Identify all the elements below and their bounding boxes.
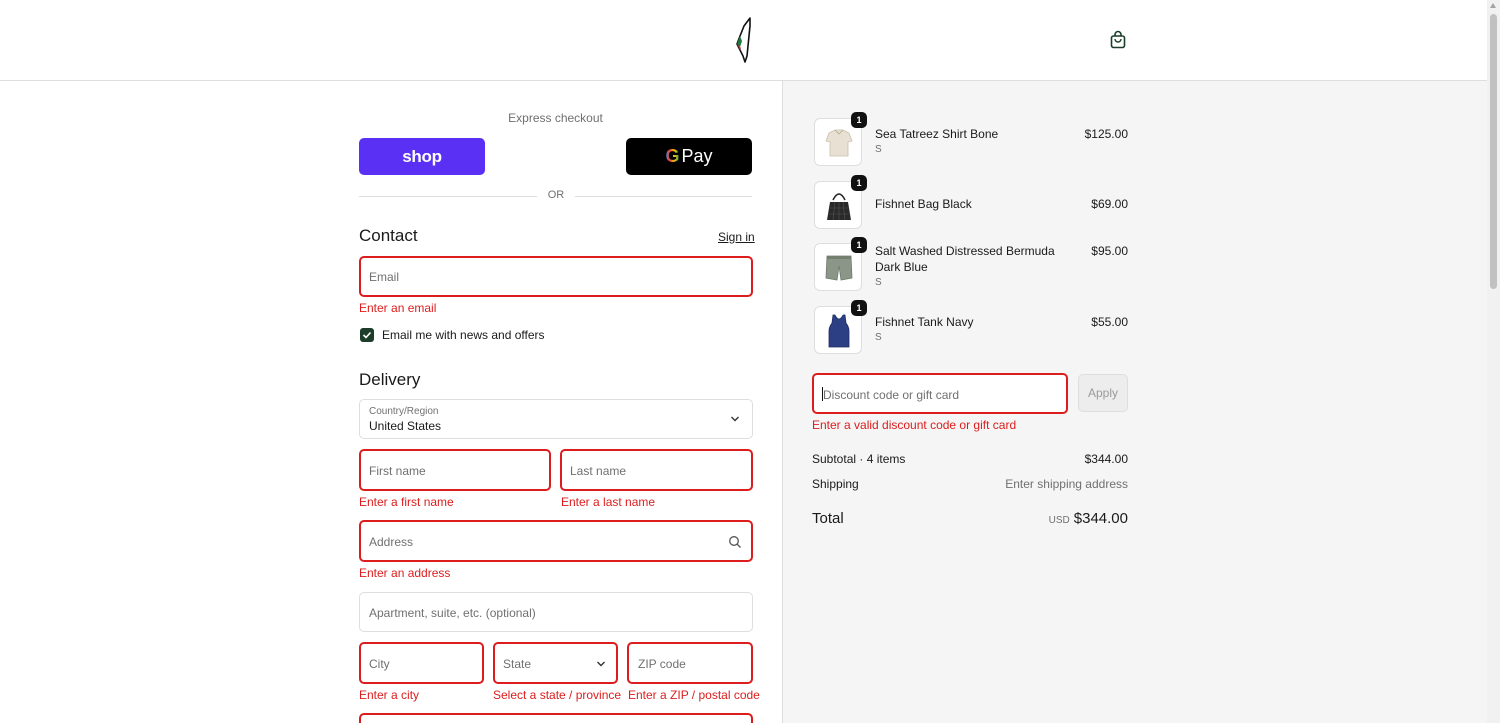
chevron-down-icon — [731, 416, 739, 422]
divider-left — [359, 196, 537, 197]
last-name-field[interactable]: Last name — [560, 449, 753, 491]
subtotal-label: Subtotal · 4 items — [812, 452, 906, 466]
discount-code-field[interactable]: Discount code or gift card — [812, 373, 1068, 414]
item-quantity-badge: 1 — [851, 300, 867, 316]
shipping-value: Enter shipping address — [1005, 477, 1128, 491]
address-placeholder: Address — [369, 535, 414, 549]
country-label: Country/Region — [369, 406, 439, 417]
shopping-bag-icon[interactable] — [1108, 30, 1128, 50]
item-quantity-badge: 1 — [851, 237, 867, 253]
site-header — [0, 0, 1487, 81]
first-name-field[interactable]: First name — [359, 449, 551, 491]
city-error: Enter a city — [359, 688, 420, 702]
item-name: Sea Tatreez Shirt Bone — [875, 127, 999, 141]
item-name: Fishnet Bag Black — [875, 197, 972, 211]
contact-heading: Contact — [359, 226, 418, 245]
shop-pay-button[interactable]: shop — [359, 138, 485, 175]
last-name-placeholder: Last name — [570, 464, 627, 478]
subtotal-value: $344.00 — [1084, 452, 1128, 466]
express-checkout-label: Express checkout — [508, 111, 603, 125]
address-error: Enter an address — [359, 566, 451, 580]
item-price: $125.00 — [1084, 127, 1128, 141]
discount-error: Enter a valid discount code or gift card — [812, 418, 1017, 432]
apartment-placeholder: Apartment, suite, etc. (optional) — [369, 606, 536, 620]
checkmark-icon — [362, 331, 372, 339]
newsletter-checkbox[interactable] — [360, 328, 374, 342]
divider-right — [575, 196, 752, 197]
newsletter-label: Email me with news and offers — [382, 328, 545, 342]
sign-in-link[interactable]: Sign in — [718, 230, 755, 244]
total-value: $344.00 — [1073, 510, 1128, 527]
apply-discount-button[interactable]: Apply — [1078, 374, 1128, 412]
first-name-placeholder: First name — [369, 464, 426, 478]
item-variant: S — [875, 277, 882, 288]
last-name-error: Enter a last name — [561, 495, 656, 509]
item-name: Fishnet Tank Navy — [875, 315, 974, 329]
email-field[interactable]: Email — [359, 256, 753, 297]
chevron-down-icon — [597, 661, 605, 667]
item-variant: S — [875, 144, 882, 155]
city-field[interactable]: City — [359, 642, 484, 684]
zip-error: Enter a ZIP / postal code — [628, 688, 760, 702]
delivery-heading: Delivery — [359, 370, 421, 389]
email-error: Enter an email — [359, 301, 437, 315]
google-g-icon: G — [665, 146, 680, 166]
item-price: $95.00 — [1091, 244, 1128, 258]
item-name: Salt Washed Distressed Bermuda Dark Blue — [875, 244, 1055, 274]
city-placeholder: City — [369, 657, 390, 671]
state-placeholder: State — [503, 657, 532, 671]
item-price: $55.00 — [1091, 315, 1128, 329]
email-placeholder: Email — [369, 270, 400, 284]
item-price: $69.00 — [1091, 197, 1128, 211]
search-icon[interactable] — [728, 535, 742, 549]
address-field[interactable]: Address — [359, 520, 753, 562]
apartment-field[interactable]: Apartment, suite, etc. (optional) — [359, 592, 753, 632]
total-amount: USD $344.00 — [968, 510, 1128, 528]
shop-pay-label: shop — [402, 146, 442, 166]
state-select[interactable]: State — [493, 642, 618, 684]
country-value: United States — [369, 419, 442, 433]
phone-field[interactable] — [359, 713, 753, 723]
item-quantity-badge: 1 — [851, 112, 867, 128]
currency-code: USD — [1048, 515, 1070, 526]
state-error: Select a state / province — [493, 688, 622, 702]
shipping-label: Shipping — [812, 477, 859, 491]
total-label: Total — [812, 510, 844, 527]
palestine-map-logo[interactable] — [734, 16, 754, 64]
scrollbar-thumb[interactable] — [1490, 14, 1497, 289]
scroll-up-arrow-icon[interactable] — [1490, 3, 1496, 8]
zip-placeholder: ZIP code — [638, 657, 686, 671]
google-pay-label: Pay — [681, 146, 713, 166]
item-variant: S — [875, 332, 882, 343]
discount-placeholder: Discount code or gift card — [823, 388, 960, 402]
item-quantity-badge: 1 — [851, 175, 867, 191]
google-pay-button[interactable]: G Pay — [626, 138, 752, 175]
zip-field[interactable]: ZIP code — [627, 642, 753, 684]
or-separator: OR — [547, 189, 565, 201]
first-name-error: Enter a first name — [359, 495, 454, 509]
page-scrollbar[interactable] — [1487, 0, 1500, 723]
